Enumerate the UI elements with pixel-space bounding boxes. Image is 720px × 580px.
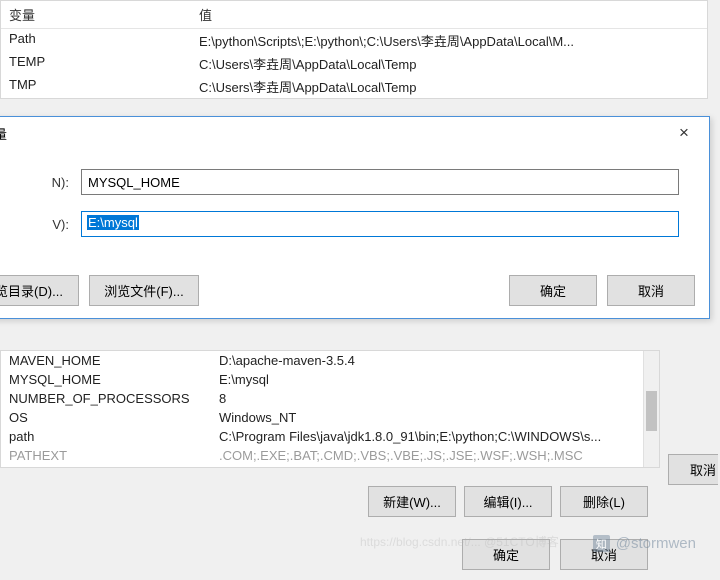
table-row[interactable]: TMP C:\Users\李垚周\AppData\Local\Temp bbox=[1, 75, 707, 98]
table-row[interactable]: TEMP C:\Users\李垚周\AppData\Local\Temp bbox=[1, 52, 707, 75]
scrollbar-thumb[interactable] bbox=[646, 391, 657, 431]
scrollbar[interactable] bbox=[643, 351, 659, 467]
dialog-footer-buttons: 确定 取消 bbox=[0, 531, 660, 578]
footer-ok-button[interactable]: 确定 bbox=[462, 539, 550, 570]
browse-directory-button[interactable]: 览目录(D)... bbox=[0, 275, 79, 306]
new-button[interactable]: 新建(W)... bbox=[368, 486, 456, 517]
edit-button[interactable]: 编辑(I)... bbox=[464, 486, 552, 517]
column-header-value[interactable]: 值 bbox=[199, 5, 699, 24]
close-icon[interactable]: × bbox=[669, 123, 699, 143]
column-header-variable[interactable]: 变量 bbox=[9, 5, 199, 24]
variable-value-input[interactable] bbox=[81, 211, 679, 237]
variable-name-input[interactable] bbox=[81, 169, 679, 195]
table-row[interactable]: MAVEN_HOME D:\apache-maven-3.5.4 bbox=[1, 351, 659, 370]
table-row[interactable]: OS Windows_NT bbox=[1, 408, 659, 427]
variable-name-label: N): bbox=[0, 175, 81, 190]
footer-cancel-button[interactable]: 取消 bbox=[560, 539, 648, 570]
table-row[interactable]: NUMBER_OF_PROCESSORS 8 bbox=[1, 389, 659, 408]
ok-button[interactable]: 确定 bbox=[509, 275, 597, 306]
system-variables-table[interactable]: MAVEN_HOME D:\apache-maven-3.5.4 MYSQL_H… bbox=[0, 350, 660, 468]
cancel-button[interactable]: 取消 bbox=[607, 275, 695, 306]
delete-button[interactable]: 删除(L) bbox=[560, 486, 648, 517]
table-row[interactable]: MYSQL_HOME E:\mysql bbox=[1, 370, 659, 389]
edit-variable-dialog: 变量 × N): V): E:\mysql 览目录(D)... 浏览文件(F).… bbox=[0, 116, 710, 319]
table-row[interactable]: path C:\Program Files\java\jdk1.8.0_91\b… bbox=[1, 427, 659, 446]
system-variables-buttons: 新建(W)... 编辑(I)... 删除(L) bbox=[0, 476, 660, 527]
outer-cancel-button[interactable]: 取消 bbox=[668, 454, 718, 485]
table-row[interactable]: Path E:\python\Scripts\;E:\python\;C:\Us… bbox=[1, 29, 707, 52]
table-row[interactable]: PATHEXT .COM;.EXE;.BAT;.CMD;.VBS;.VBE;.J… bbox=[1, 446, 659, 465]
variable-value-label: V): bbox=[0, 217, 81, 232]
dialog-title: 变量 bbox=[0, 124, 7, 143]
browse-file-button[interactable]: 浏览文件(F)... bbox=[89, 275, 199, 306]
user-variables-table[interactable]: 变量 值 Path E:\python\Scripts\;E:\python\;… bbox=[0, 0, 708, 99]
